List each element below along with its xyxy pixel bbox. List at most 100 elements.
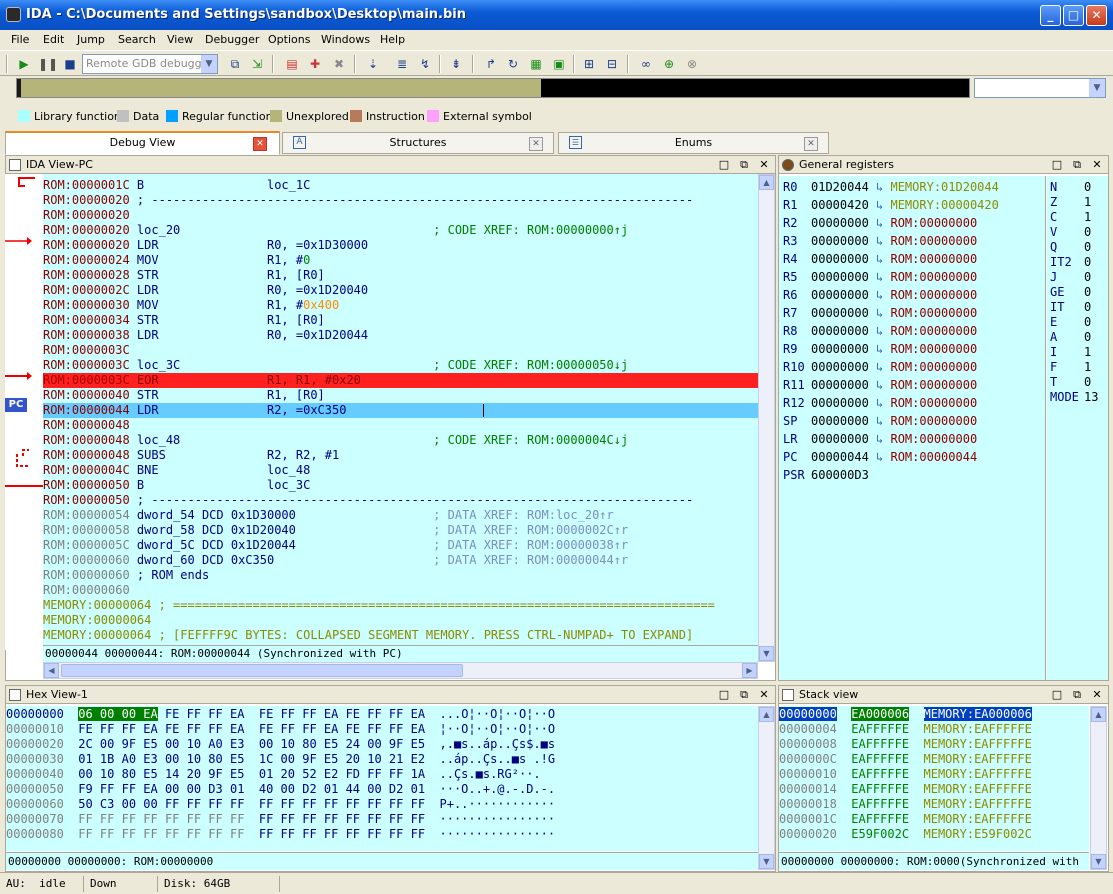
- listing-line[interactable]: ROM:0000004C BNE loc_48: [43, 463, 758, 478]
- listing-line[interactable]: ROM:00000060 ; ROM ends: [43, 568, 758, 583]
- tab-debug-view[interactable]: Debug View ✕: [5, 131, 280, 155]
- hex-row[interactable]: 00000020 2C 00 9F E5 00 10 A0 E3 00 10 8…: [6, 737, 758, 752]
- trace-basic-block-icon[interactable]: ▣: [550, 55, 568, 73]
- detach-process-icon[interactable]: ⇲: [248, 55, 266, 73]
- jump-arrow-icon[interactable]: ↳: [869, 414, 891, 428]
- scroll-left-icon[interactable]: ◀: [44, 663, 59, 678]
- scroll-down-icon[interactable]: ▼: [759, 854, 774, 869]
- register-row[interactable]: R10 00000000 ↳ ROM:00000000: [783, 358, 977, 376]
- breakpoint-list-icon[interactable]: ▤: [283, 55, 301, 73]
- listing-line[interactable]: MEMORY:00000064 ; ======================…: [43, 598, 758, 613]
- register-row[interactable]: R4 00000000 ↳ ROM:00000000: [783, 250, 977, 268]
- flag-row[interactable]: C1: [1050, 210, 1091, 225]
- scroll-thumb[interactable]: [61, 664, 463, 677]
- close-icon[interactable]: ✕: [1090, 686, 1104, 704]
- listing-line[interactable]: ROM:00000028 STR R1, [R0]: [43, 268, 758, 283]
- register-row[interactable]: R2 00000000 ↳ ROM:00000000: [783, 214, 977, 232]
- register-row[interactable]: R1 00000420 ↳ MEMORY:00000420: [783, 196, 999, 214]
- listing-line[interactable]: ROM:00000048 SUBS R2, R2, #1: [43, 448, 758, 463]
- jump-arrow-icon[interactable]: ↳: [869, 270, 891, 284]
- listing-line[interactable]: MEMORY:00000064: [43, 613, 758, 628]
- hex-dump[interactable]: 00000000 06 00 00 EA FE FF FF EA FE FF F…: [6, 706, 758, 851]
- step-into-icon[interactable]: ⇣: [364, 55, 382, 73]
- scroll-down-icon[interactable]: ▼: [759, 646, 774, 661]
- flag-row[interactable]: Q0: [1050, 240, 1091, 255]
- listing-line[interactable]: ROM:00000038 LDR R0, =0x1D20044: [43, 328, 758, 343]
- stack-row[interactable]: 00000008 EAFFFFFE MEMORY:EAFFFFFE: [779, 737, 1089, 752]
- disassembly-listing[interactable]: ROM:0000001C B loc_1C ROM:00000020 ; ----…: [43, 174, 758, 645]
- stack-row[interactable]: 0000000C EAFFFFFE MEMORY:EAFFFFFE: [779, 752, 1089, 767]
- ida-view-vscrollbar[interactable]: ▲ ▼: [758, 174, 775, 662]
- jump-arrow-icon[interactable]: ↳: [869, 450, 891, 464]
- step-over-icon[interactable]: ≣: [393, 55, 411, 73]
- hex-row[interactable]: 00000080 FF FF FF FF FF FF FF FF FF FF F…: [6, 827, 758, 842]
- maximize-button[interactable]: □: [1063, 5, 1084, 26]
- jump-arrow-icon[interactable]: ↳: [869, 342, 891, 356]
- stack-row[interactable]: 00000018 EAFFFFFE MEMORY:EAFFFFFE: [779, 797, 1089, 812]
- tab-structures[interactable]: A Structures ✕: [282, 132, 554, 154]
- minimize-icon[interactable]: □: [717, 686, 731, 704]
- register-row[interactable]: R3 00000000 ↳ ROM:00000000: [783, 232, 977, 250]
- flag-row[interactable]: N0: [1050, 180, 1091, 195]
- jump-arrow-icon[interactable]: ↳: [869, 396, 891, 410]
- hex-row[interactable]: 00000070 FF FF FF FF FF FF FF FF FF FF F…: [6, 812, 758, 827]
- jump-arrow-icon[interactable]: ↳: [869, 324, 891, 338]
- listing-line[interactable]: ROM:00000048 loc_48 ; CODE XREF: ROM:000…: [43, 433, 758, 448]
- debugger-select[interactable]: Remote GDB debugger ▼: [82, 54, 218, 74]
- register-row[interactable]: R8 00000000 ↳ ROM:00000000: [783, 322, 977, 340]
- scroll-up-icon[interactable]: ▲: [1091, 707, 1106, 722]
- minimize-icon[interactable]: □: [1050, 686, 1064, 704]
- flag-row[interactable]: A0: [1050, 330, 1091, 345]
- register-row[interactable]: R7 00000000 ↳ ROM:00000000: [783, 304, 977, 322]
- listing-line[interactable]: ROM:00000058 dword_58 DCD 0x1D20040 ; DA…: [43, 523, 758, 538]
- restore-icon[interactable]: ⧉: [1070, 156, 1084, 174]
- listing-line[interactable]: MEMORY:00000064 ; [FEFFFF9C BYTES: COLLA…: [43, 628, 758, 643]
- close-icon[interactable]: ✕: [757, 156, 771, 174]
- menu-edit[interactable]: Edit: [43, 33, 64, 46]
- stack-row[interactable]: 00000004 EAFFFFFE MEMORY:EAFFFFFE: [779, 722, 1089, 737]
- step-until-return-icon[interactable]: ⇟: [447, 55, 465, 73]
- add-breakpoint-icon[interactable]: ✚: [306, 55, 324, 73]
- hex-row[interactable]: 00000030 01 1B A0 E3 00 10 80 E5 1C 00 9…: [6, 752, 758, 767]
- listing-line[interactable]: ROM:00000048: [43, 418, 758, 433]
- run-to-cursor-icon[interactable]: ↯: [416, 55, 434, 73]
- delete-breakpoint-icon[interactable]: ✖: [330, 55, 348, 73]
- stack-row[interactable]: 0000001C EAFFFFFE MEMORY:EAFFFFFE: [779, 812, 1089, 827]
- close-icon[interactable]: ✕: [757, 686, 771, 704]
- stack-row[interactable]: 00000000 EA000006 MEMORY:EA000006: [779, 707, 1089, 722]
- jump-arrow-icon[interactable]: ↳: [869, 234, 891, 248]
- restore-icon[interactable]: ⧉: [737, 156, 751, 174]
- scroll-up-icon[interactable]: ▲: [759, 175, 774, 190]
- hex-row[interactable]: 00000050 F9 FF FF EA 00 00 D3 01 40 00 D…: [6, 782, 758, 797]
- register-row[interactable]: R9 00000000 ↳ ROM:00000000: [783, 340, 977, 358]
- flag-row[interactable]: IT 0: [1050, 300, 1091, 315]
- minimize-icon[interactable]: □: [1050, 156, 1064, 174]
- jump-arrow-icon[interactable]: ↳: [869, 198, 891, 212]
- register-row[interactable]: R11 00000000 ↳ ROM:00000000: [783, 376, 977, 394]
- hex-row[interactable]: 00000000 06 00 00 EA FE FF FF EA FE FF F…: [6, 707, 758, 722]
- jump-arrow-icon[interactable]: ↳: [869, 216, 891, 230]
- listing-line[interactable]: ROM:00000020 LDR R0, =0x1D30000: [43, 238, 758, 253]
- close-icon[interactable]: ✕: [1090, 156, 1104, 174]
- menu-jump[interactable]: Jump: [77, 33, 105, 46]
- listing-line[interactable]: ROM:00000050 ; -------------------------…: [43, 493, 758, 508]
- hex-view-vscrollbar[interactable]: ▲ ▼: [758, 706, 775, 870]
- listing-line[interactable]: ROM:0000005C dword_5C DCD 0x1D20044 ; DA…: [43, 538, 758, 553]
- scroll-up-icon[interactable]: ▲: [759, 707, 774, 722]
- listing-line[interactable]: ROM:00000060 dword_60 DCD 0xC350 ; DATA …: [43, 553, 758, 568]
- stack-row[interactable]: 00000020 E59F002C MEMORY:E59F002C: [779, 827, 1089, 842]
- register-row[interactable]: R6 00000000 ↳ ROM:00000000: [783, 286, 977, 304]
- flag-row[interactable]: F1: [1050, 360, 1091, 375]
- listing-line[interactable]: ROM:00000054 dword_54 DCD 0x1D30000 ; DA…: [43, 508, 758, 523]
- menu-debugger[interactable]: Debugger: [205, 33, 259, 46]
- restore-icon[interactable]: ⧉: [737, 686, 751, 704]
- jump-arrow-icon[interactable]: ↳: [869, 180, 891, 194]
- pause-process-icon[interactable]: ❚❚: [38, 55, 58, 73]
- listing-line[interactable]: ROM:0000003C loc_3C ; CODE XREF: ROM:000…: [43, 358, 758, 373]
- hex-row[interactable]: 00000010 FE FF FF EA FE FF FF EA FE FF F…: [6, 722, 758, 737]
- listing-line[interactable]: ROM:00000020 loc_20 ; CODE XREF: ROM:000…: [43, 223, 758, 238]
- listing-line[interactable]: ROM:00000060: [43, 583, 758, 598]
- listing-line[interactable]: ROM:0000001C B loc_1C: [43, 178, 758, 193]
- jump-arrow-icon[interactable]: ↳: [869, 432, 891, 446]
- flag-row[interactable]: V0: [1050, 225, 1091, 240]
